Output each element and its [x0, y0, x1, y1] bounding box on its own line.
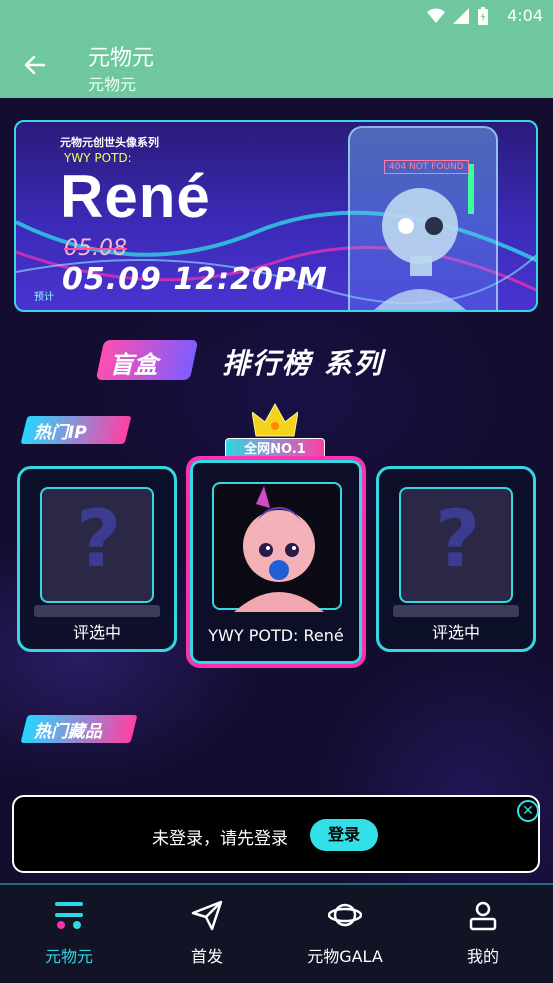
page-title: 元物元 — [88, 46, 155, 71]
promo-banner[interactable]: 元物元创世头像系列 YWY POTD: René 05.08 预计 05.09 … — [14, 120, 538, 312]
question-mark-icon: ? — [76, 495, 122, 585]
tab-gala[interactable]: 元物GALA — [276, 897, 414, 967]
crown-icon — [252, 402, 298, 437]
tab-mine[interactable]: 我的 — [414, 897, 552, 967]
tab-yuanwuyuan[interactable]: 元物元 — [0, 897, 138, 967]
tab-label: 我的 — [466, 947, 499, 966]
login-prompt: 未登录，请先登录 登录 ✕ — [12, 795, 540, 873]
blind-box-tag: 盲盒 — [95, 340, 199, 380]
tab-launch[interactable]: 首发 — [138, 897, 276, 967]
login-message: 未登录，请先登录 — [152, 829, 288, 849]
menu-icon — [55, 902, 83, 929]
login-button[interactable]: 登录 — [310, 819, 378, 851]
main-content[interactable]: 元物元创世头像系列 YWY POTD: René 05.08 预计 05.09 … — [0, 98, 553, 883]
card-image-frame — [212, 482, 342, 612]
card-image-frame: ? — [40, 487, 154, 603]
banner-release-date: 05.09 12:20PM — [62, 262, 328, 297]
baby-avatar-icon — [234, 486, 324, 612]
hot-collection-label: 热门藏品 — [33, 722, 102, 742]
ranking-card-left[interactable]: ? 评选中 — [17, 466, 177, 652]
status-icons — [427, 7, 489, 25]
wifi-icon — [427, 8, 445, 23]
page-subtitle: 元物元 — [88, 75, 137, 94]
card-status-label: 评选中 — [431, 623, 480, 642]
banner-name: René — [60, 163, 211, 230]
ranking-series-label: 排行榜 系列 — [222, 347, 384, 380]
card-status-label: 评选中 — [72, 623, 121, 642]
send-icon — [191, 900, 223, 931]
status-time: 4:04 — [507, 6, 543, 25]
tab-label: 元物元 — [44, 947, 93, 966]
ranking-card-right[interactable]: ? 评选中 — [376, 466, 536, 652]
app-bar: 元物元 元物元 — [0, 32, 553, 98]
planet-icon — [328, 903, 362, 927]
banner-date-prefix: 预计 — [34, 292, 54, 303]
hot-ip-tag: 热门IP — [20, 416, 132, 444]
banner-series-title: 元物元创世头像系列 — [60, 136, 159, 149]
blind-box-label: 盲盒 — [109, 351, 158, 379]
close-icon[interactable]: ✕ — [517, 800, 539, 822]
card-name-label: YWY POTD: René — [208, 626, 344, 645]
back-arrow-icon[interactable] — [22, 52, 48, 78]
ranking-card-top[interactable]: YWY POTD: René — [186, 456, 366, 668]
tab-label: 首发 — [190, 947, 223, 966]
card-pedestal — [393, 605, 519, 617]
robot-avatar-icon — [374, 164, 474, 310]
status-bar: 4:04 — [0, 0, 553, 32]
ranking-title: 盲盒 排行榜 系列 — [0, 336, 553, 386]
capsule-illustration — [348, 126, 498, 310]
hot-ip-label: 热门IP — [33, 423, 87, 443]
battery-icon — [478, 7, 488, 25]
question-mark-icon: ? — [435, 495, 481, 585]
banner-old-date: 05.08 — [64, 236, 127, 261]
hot-collection-tag: 热门藏品 — [20, 715, 138, 743]
card-pedestal — [34, 605, 160, 617]
bottom-tab-bar: 元物元 首发 元物GALA 我的 — [0, 883, 553, 983]
signal-icon — [453, 8, 469, 24]
error-badge: 404 NOT FOUND — [384, 160, 469, 174]
profile-icon — [469, 901, 497, 931]
card-image-frame: ? — [399, 487, 513, 603]
tab-label: 元物GALA — [307, 947, 383, 966]
